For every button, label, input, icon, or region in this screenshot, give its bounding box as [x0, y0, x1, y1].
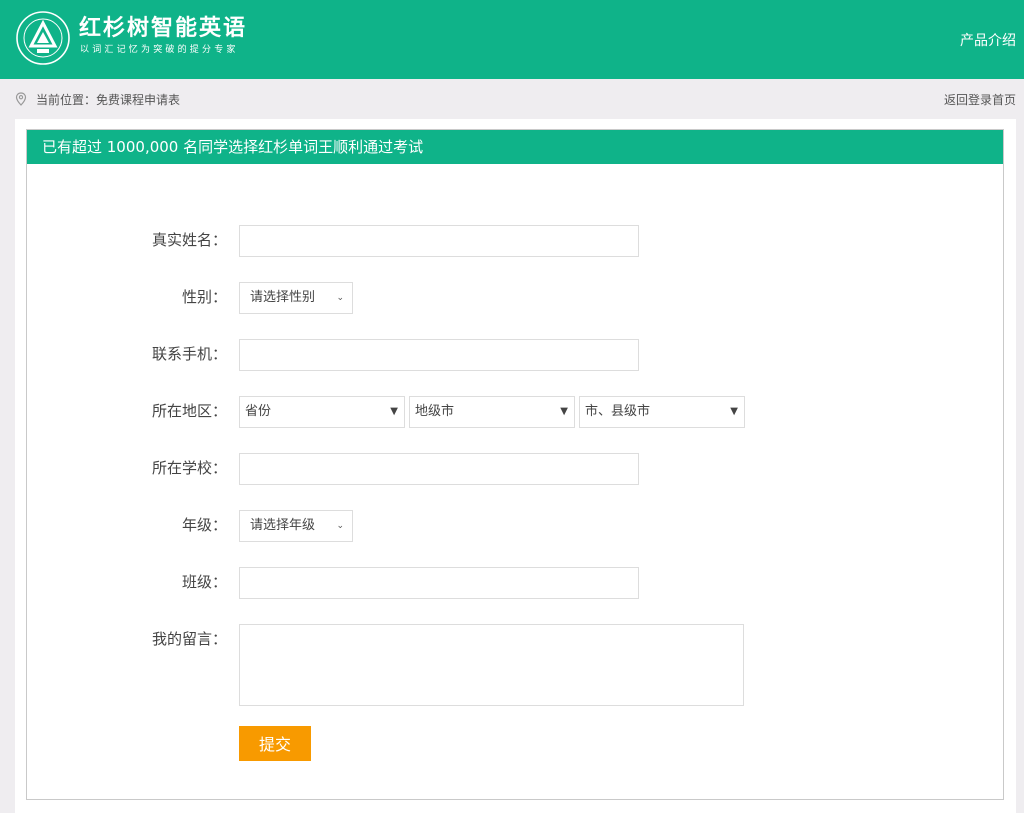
name-input[interactable] — [239, 225, 639, 257]
class-label: 班级： — [181, 573, 227, 591]
county-select[interactable]: 市、县级市 ▼ — [579, 396, 745, 428]
county-select-value: 市、县级市 — [585, 404, 651, 419]
breadcrumb-current: 免费课程申请表 — [96, 93, 181, 107]
dropdown-arrow-icon: ▼ — [730, 406, 738, 417]
message-label: 我的留言： — [151, 630, 227, 648]
gender-select[interactable]: 请选择性别 ⌄ — [239, 282, 353, 314]
gender-select-value: 请选择性别 — [250, 290, 316, 305]
card-title: 已有超过 1000,000 名同学选择红杉单词王顺利通过考试 — [27, 130, 1003, 164]
top-header: 红杉树智能英语 以词汇记忆为突破的提分专家 产品介绍 — [0, 0, 1024, 79]
dropdown-arrow-icon: ▼ — [560, 406, 568, 417]
breadcrumb: 当前位置： 免费课程申请表 返回登录首页 — [0, 79, 1024, 119]
province-select[interactable]: 省份 ▼ — [239, 396, 405, 428]
region-label: 所在地区： — [151, 402, 227, 420]
chevron-down-icon: ⌄ — [336, 521, 344, 531]
grade-label: 年级： — [181, 516, 227, 534]
school-input[interactable] — [239, 453, 639, 485]
location-pin-icon — [15, 92, 27, 106]
city-select[interactable]: 地级市 ▼ — [409, 396, 575, 428]
brand-subtitle: 以词汇记忆为突破的提分专家 — [80, 45, 239, 55]
class-input[interactable] — [239, 567, 639, 599]
breadcrumb-label: 当前位置： — [36, 93, 97, 107]
form-card: 已有超过 1000,000 名同学选择红杉单词王顺利通过考试 真实姓名： 性别：… — [26, 129, 1004, 800]
dropdown-arrow-icon: ▼ — [390, 406, 398, 417]
phone-label: 联系手机： — [151, 345, 227, 363]
school-label: 所在学校： — [151, 459, 227, 477]
main-panel: 已有超过 1000,000 名同学选择红杉单词王顺利通过考试 真实姓名： 性别：… — [15, 119, 1016, 813]
logo-icon — [16, 11, 70, 65]
gender-label: 性别： — [181, 288, 227, 306]
brand-title: 红杉树智能英语 — [79, 16, 248, 41]
back-to-login-link[interactable]: 返回登录首页 — [944, 91, 1016, 108]
province-select-value: 省份 — [245, 404, 272, 419]
grade-select[interactable]: 请选择年级 ⌄ — [239, 510, 353, 542]
phone-input[interactable] — [239, 339, 639, 371]
message-textarea[interactable] — [239, 624, 744, 706]
submit-button[interactable]: 提交 — [239, 726, 311, 761]
chevron-down-icon: ⌄ — [336, 293, 344, 303]
name-label: 真实姓名： — [151, 231, 227, 249]
grade-select-value: 请选择年级 — [250, 518, 316, 533]
city-select-value: 地级市 — [415, 404, 455, 419]
nav-product-intro[interactable]: 产品介绍 — [960, 30, 1016, 50]
